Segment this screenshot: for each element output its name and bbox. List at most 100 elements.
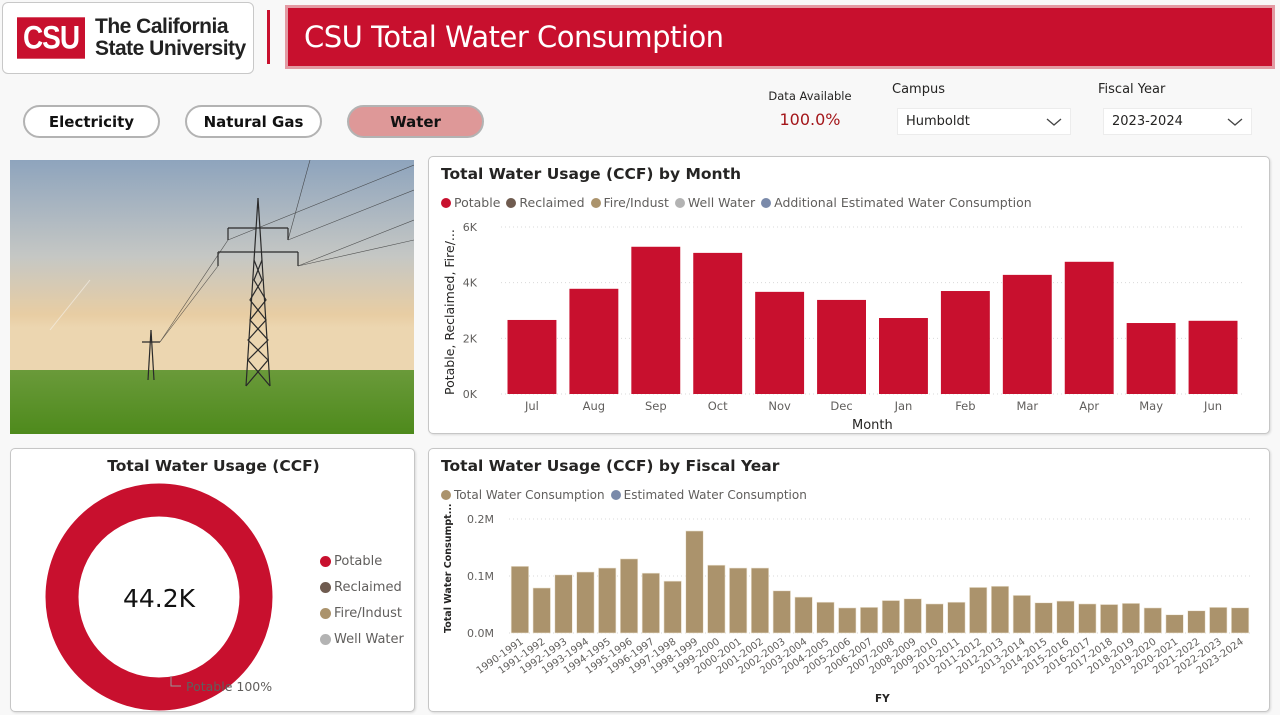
fiscal-year-label: Fiscal Year <box>1098 82 1166 97</box>
monthly-y-axis-label: Potable, Reclaimed, Fire/... <box>442 229 457 395</box>
monthly-x-tick-label: Dec <box>830 399 852 413</box>
logo-line-1: The California <box>95 15 229 38</box>
monthly-y-tick-label: 6K <box>463 221 478 234</box>
fiscal-bar-1995-1996[interactable] <box>620 558 639 634</box>
fiscal-bar-1991-1992[interactable] <box>532 587 551 634</box>
fiscal-bar-1992-1993[interactable] <box>554 574 573 634</box>
legend-label: Fire/Indust <box>334 605 403 621</box>
fiscal-bar-1998-1999[interactable] <box>685 530 704 634</box>
monthly-x-axis-label: Month <box>852 418 893 433</box>
monthly-bar-may[interactable] <box>1126 323 1176 394</box>
fiscal-bar-2019-2020[interactable] <box>1143 607 1162 634</box>
fiscal-bar-1990-1991[interactable] <box>510 566 529 634</box>
monthly-x-tick-label: Jan <box>894 399 913 413</box>
fiscal-bar-2010-2011[interactable] <box>947 601 966 634</box>
monthly-x-tick-label: May <box>1139 399 1163 413</box>
donut-legend-reclaimed[interactable]: Reclaimed <box>320 574 404 600</box>
fiscal-bar-2015-2016[interactable] <box>1056 600 1075 634</box>
monthly-x-tick-label: Sep <box>645 399 667 413</box>
fiscal-year-bar-chart: Total Water Consumpt... FY 0.0M0.1M0.2M1… <box>443 503 1251 705</box>
fiscal-bar-2014-2015[interactable] <box>1034 602 1053 634</box>
fiscal-y-axis-label: Total Water Consumpt... <box>443 503 454 633</box>
fiscal-bar-2005-2006[interactable] <box>838 607 857 634</box>
fiscal-bar-1994-1995[interactable] <box>598 567 617 634</box>
fiscal-bar-2006-2007[interactable] <box>860 607 879 634</box>
fiscal-bar-2013-2014[interactable] <box>1012 595 1031 634</box>
donut-legend-well-water[interactable]: Well Water <box>320 626 404 652</box>
reclaimed-dot-icon <box>320 581 331 593</box>
monthly-bar-aug[interactable] <box>569 288 619 394</box>
monthly-bar-jun[interactable] <box>1188 320 1238 394</box>
electricity-button[interactable]: Electricity <box>23 105 160 138</box>
logo-line-2: State University <box>95 37 246 60</box>
campus-dropdown[interactable]: Humboldt <box>897 108 1071 135</box>
fiscal-bar-2018-2019[interactable] <box>1121 603 1140 634</box>
fiscal-bar-2000-2001[interactable] <box>729 567 748 634</box>
fiscal-x-axis-label: FY <box>875 693 890 705</box>
monthly-bar-feb[interactable] <box>940 291 990 394</box>
fiscal-bar-2020-2021[interactable] <box>1165 614 1184 634</box>
fiscal-bar-2001-2002[interactable] <box>750 567 770 634</box>
legend-label: Reclaimed <box>334 579 402 595</box>
campus-label: Campus <box>892 82 945 97</box>
fiscal-bar-2008-2009[interactable] <box>903 598 922 634</box>
fiscal-bar-2016-2017[interactable] <box>1078 603 1097 634</box>
legend-label: Well Water <box>334 631 404 647</box>
monthly-bar-apr[interactable] <box>1064 261 1114 394</box>
data-available-label: Data Available <box>768 89 852 103</box>
fiscal-bar-2022-2023[interactable] <box>1209 607 1228 634</box>
fiscal-y-tick-label: 0.2M <box>467 513 494 526</box>
fiscal-bar-2009-2010[interactable] <box>925 603 944 634</box>
monthly-bar-dec[interactable] <box>817 299 866 394</box>
fiscal-bar-2011-2012[interactable] <box>969 587 988 634</box>
fiscal-bar-2017-2018[interactable] <box>1100 604 1119 634</box>
fiscal-bar-2007-2008[interactable] <box>881 600 900 634</box>
monthly-bar-sep[interactable] <box>631 246 681 394</box>
monthly-bar-nov[interactable] <box>755 291 805 394</box>
donut-center-value: 44.2K <box>123 584 196 613</box>
water-button[interactable]: Water <box>347 105 484 138</box>
fiscal-bar-1997-1998[interactable] <box>663 580 682 634</box>
fiscal-bar-2012-2013[interactable] <box>990 585 1010 634</box>
fiscal-year-value: 2023-2024 <box>1112 114 1183 129</box>
monthly-y-tick-label: 0K <box>463 388 478 401</box>
csu-logo-text: The California State University <box>95 16 246 60</box>
power-lines-photo <box>10 160 414 434</box>
donut-legend-potable[interactable]: Potable <box>320 548 404 574</box>
page-title-bar: CSU Total Water Consumption <box>285 5 1275 69</box>
monthly-y-tick-label: 4K <box>463 277 478 290</box>
monthly-bar-jul[interactable] <box>507 319 557 394</box>
monthly-y-tick-label: 2K <box>463 332 478 345</box>
monthly-bar-jan[interactable] <box>879 318 928 394</box>
monthly-chart-card: Total Water Usage (CCF) by Month Potable… <box>428 156 1270 434</box>
fiscal-bar-2004-2005[interactable] <box>816 601 835 634</box>
chevron-down-icon <box>1046 118 1062 126</box>
fiscal-bar-1996-1997[interactable] <box>641 572 660 634</box>
page-title: CSU Total Water Consumption <box>304 20 724 54</box>
fiscal-bar-2023-2024[interactable] <box>1231 607 1250 634</box>
csu-logo-mark: CSU <box>17 17 85 59</box>
monthly-x-tick-label: Nov <box>768 399 791 413</box>
fiscal-bar-2002-2003[interactable] <box>772 590 791 634</box>
potable-dot-icon <box>320 555 331 567</box>
legend-label: Potable <box>334 553 383 569</box>
fiscal-year-dropdown[interactable]: 2023-2024 <box>1103 108 1252 135</box>
donut-legend-fire-indust[interactable]: Fire/Indust <box>320 600 404 626</box>
fiscal-bar-1999-2000[interactable] <box>707 564 726 634</box>
monthly-x-tick-label: Aug <box>583 399 605 413</box>
fire-indust-dot-icon <box>320 607 331 619</box>
monthly-bar-oct[interactable] <box>693 252 743 394</box>
natural-gas-button[interactable]: Natural Gas <box>185 105 322 138</box>
fiscal-bar-2021-2022[interactable] <box>1187 610 1206 634</box>
monthly-bar-chart: Potable, Reclaimed, Fire/... Month 0K 2K 4… <box>442 221 1244 433</box>
well-water-dot-icon <box>320 633 331 645</box>
campus-value: Humboldt <box>906 114 970 129</box>
fiscal-y-tick-label: 0.1M <box>467 570 494 583</box>
fiscal-bar-1993-1994[interactable] <box>576 571 595 634</box>
monthly-x-tick-label: Jul <box>524 399 539 413</box>
monthly-x-tick-label: Mar <box>1016 399 1038 413</box>
monthly-x-tick-label: Apr <box>1079 399 1099 413</box>
monthly-bar-mar[interactable] <box>1002 274 1052 394</box>
fiscal-bar-2003-2004[interactable] <box>794 596 813 634</box>
fiscal-y-tick-label: 0.0M <box>467 627 494 640</box>
